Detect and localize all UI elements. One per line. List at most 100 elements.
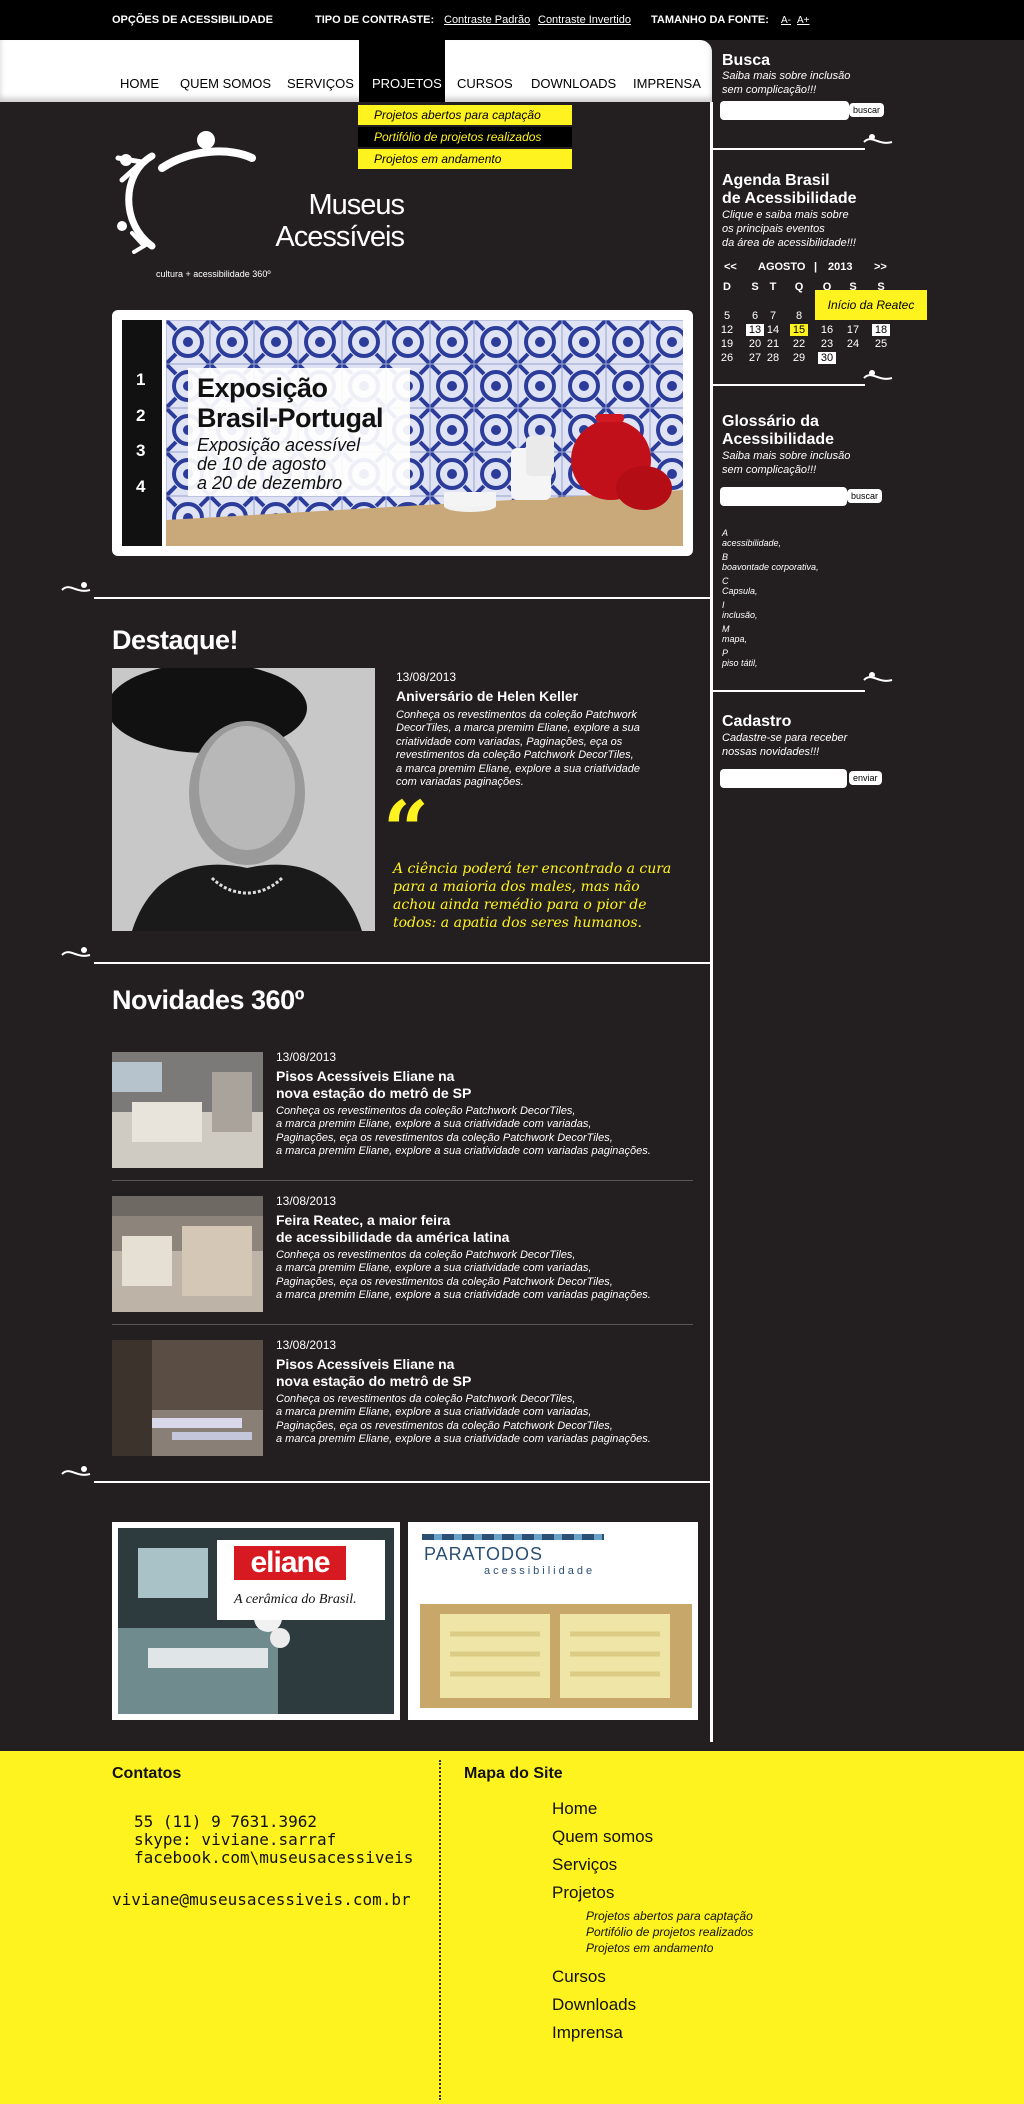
calendar-day[interactable]: 18 xyxy=(872,324,890,336)
busca-input[interactable] xyxy=(720,101,849,120)
font-smaller-link[interactable]: A- xyxy=(781,15,791,26)
novidade-title-2a[interactable]: Feira Reatec, a maior feira xyxy=(276,1212,450,1229)
calendar-day[interactable]: 16 xyxy=(816,324,838,336)
novidade-date-3: 13/08/2013 xyxy=(276,1338,337,1352)
nav-downloads[interactable]: DOWNLOADS xyxy=(531,76,616,91)
dropdown-item-captacao[interactable]: Projetos abertos para captação xyxy=(358,105,572,125)
nav-home[interactable]: HOME xyxy=(120,76,159,91)
calendar-weekday: T xyxy=(769,281,777,293)
font-larger-link[interactable]: A+ xyxy=(797,15,810,26)
logo-icon[interactable] xyxy=(112,128,262,258)
glossary-term[interactable]: Capsula, xyxy=(722,586,758,597)
calendar-day[interactable]: 5 xyxy=(716,310,738,322)
cadastro-text-1: Cadastre-se para receber xyxy=(722,732,848,744)
calendar-day[interactable]: 25 xyxy=(870,338,892,350)
map-link-portfolio[interactable]: Portifólio de projetos realizados xyxy=(586,1925,753,1939)
novidade-title-3b[interactable]: nova estação do metrô de SP xyxy=(276,1373,471,1390)
accessibility-options-label: OPÇÕES DE ACESSIBILIDADE xyxy=(112,14,273,26)
map-link-downloads[interactable]: Downloads xyxy=(552,1995,636,2015)
map-link-servicos[interactable]: Serviços xyxy=(552,1855,617,1875)
map-link-imprensa[interactable]: Imprensa xyxy=(552,2023,623,2043)
novidade-thumb-3[interactable] xyxy=(112,1340,263,1456)
glossary-term[interactable]: boavontade corporativa, xyxy=(722,562,819,573)
destaque-photo[interactable] xyxy=(112,668,375,931)
cadastro-input[interactable] xyxy=(720,769,847,788)
novidade-text-3d: a marca premim Eliane, explore a sua cri… xyxy=(276,1433,651,1445)
glossary-term[interactable]: mapa, xyxy=(722,634,747,645)
contrast-standard-link[interactable]: Contraste Padrão xyxy=(444,14,530,26)
busca-title: Busca xyxy=(722,52,771,69)
dropdown-item-portfolio[interactable]: Portifólio de projetos realizados xyxy=(358,127,572,147)
destaque-quote: A ciência poderá ter encontrado a cura p… xyxy=(393,860,671,932)
novidade-date-1: 13/08/2013 xyxy=(276,1050,337,1064)
contact-skype[interactable]: skype: viviane.sarraf xyxy=(134,1830,336,1849)
cadastro-text-2: nossas novidades!!! xyxy=(722,746,820,758)
calendar-day[interactable]: 19 xyxy=(716,338,738,350)
banner-page-4[interactable]: 4 xyxy=(136,477,145,497)
glossario-input[interactable] xyxy=(720,487,847,506)
calendar-prev[interactable]: << xyxy=(724,261,737,273)
hook-divider-icon xyxy=(863,134,893,144)
cadastro-button[interactable]: enviar xyxy=(849,771,882,785)
busca-button[interactable]: buscar xyxy=(849,103,885,117)
map-link-captacao[interactable]: Projetos abertos para captação xyxy=(586,1909,753,1923)
nav-servicos[interactable]: SERVIÇOS xyxy=(287,76,354,91)
contact-email[interactable]: viviane@museusacessiveis.com.br xyxy=(112,1890,411,1909)
calendar-day[interactable]: 28 xyxy=(762,352,784,364)
contrast-label: TIPO DE CONTRASTE: xyxy=(315,14,435,26)
glossario-button[interactable]: buscar xyxy=(847,489,883,503)
calendar-day[interactable]: 14 xyxy=(762,324,784,336)
map-link-quem-somos[interactable]: Quem somos xyxy=(552,1827,653,1847)
banner-page-2[interactable]: 2 xyxy=(136,406,145,426)
contrast-inverted-link[interactable]: Contraste Invertido xyxy=(538,14,631,26)
glossary-term[interactable]: inclusão, xyxy=(722,610,758,621)
glossario-text-2: sem complicação!!! xyxy=(722,464,817,476)
calendar-day[interactable]: 23 xyxy=(816,338,838,350)
contact-facebook[interactable]: facebook.com\museusacessiveis xyxy=(134,1848,413,1867)
calendar-day[interactable]: 22 xyxy=(788,338,810,350)
calendar-tooltip[interactable]: Início da Reatec xyxy=(815,290,927,320)
banner-page-1[interactable]: 1 xyxy=(136,370,145,390)
banner-sub-1: Exposição acessível xyxy=(197,435,361,455)
quote-line-3: achou ainda remédio para o pior de xyxy=(393,897,647,913)
calendar-day[interactable]: 17 xyxy=(842,324,864,336)
nav-projetos[interactable]: PROJETOS xyxy=(372,76,442,91)
map-link-andamento[interactable]: Projetos em andamento xyxy=(586,1941,713,1955)
dropdown-item-andamento[interactable]: Projetos em andamento xyxy=(358,149,572,169)
nav-cursos[interactable]: CURSOS xyxy=(457,76,513,91)
calendar-day[interactable]: 21 xyxy=(762,338,784,350)
paratodos-stripe xyxy=(422,1534,604,1540)
contatos-title: Contatos xyxy=(112,1765,182,1782)
novidade-text-2a: Conheça os revestimentos da coleção Patc… xyxy=(276,1249,576,1261)
eliane-brand: eliane xyxy=(234,1546,346,1580)
novidade-title-2b[interactable]: de acessibilidade da américa latina xyxy=(276,1229,509,1246)
nav-quem-somos[interactable]: QUEM SOMOS xyxy=(180,76,271,91)
glossary-term[interactable]: piso tátil, xyxy=(722,658,758,669)
sidebar-divider xyxy=(713,384,865,386)
ad-paratodos[interactable]: PARATODOS acessibilidade xyxy=(408,1522,698,1720)
map-link-projetos[interactable]: Projetos xyxy=(552,1883,614,1903)
novidade-title-1b[interactable]: nova estação do metrô de SP xyxy=(276,1085,471,1102)
calendar-day[interactable]: 24 xyxy=(842,338,864,350)
glossary-term[interactable]: acessibilidade, xyxy=(722,538,781,549)
nav-imprensa[interactable]: IMPRENSA xyxy=(633,76,701,91)
calendar-day[interactable]: 30 xyxy=(818,352,836,364)
ad-eliane[interactable]: eliane A cerâmica do Brasil. xyxy=(112,1522,400,1720)
map-link-home[interactable]: Home xyxy=(552,1799,597,1819)
calendar-day[interactable]: 12 xyxy=(716,324,738,336)
novidade-thumb-2[interactable] xyxy=(112,1196,263,1312)
novidade-thumb-1[interactable] xyxy=(112,1052,263,1168)
calendar-day[interactable]: 29 xyxy=(788,352,810,364)
map-link-cursos[interactable]: Cursos xyxy=(552,1967,606,1987)
interior-photo-image xyxy=(112,1052,263,1168)
calendar-day[interactable]: 8 xyxy=(788,310,810,322)
destaque-title[interactable]: Aniversário de Helen Keller xyxy=(396,688,578,705)
novidade-title-3a[interactable]: Pisos Acessíveis Eliane na xyxy=(276,1356,454,1373)
calendar-day[interactable]: 7 xyxy=(762,310,784,322)
banner-page-3[interactable]: 3 xyxy=(136,441,145,461)
eliane-tagline: A cerâmica do Brasil. xyxy=(234,1592,357,1607)
calendar-day[interactable]: 15 xyxy=(790,324,808,336)
calendar-next[interactable]: >> xyxy=(874,261,887,273)
calendar-day[interactable]: 26 xyxy=(716,352,738,364)
novidade-title-1a[interactable]: Pisos Acessíveis Eliane na xyxy=(276,1068,454,1085)
